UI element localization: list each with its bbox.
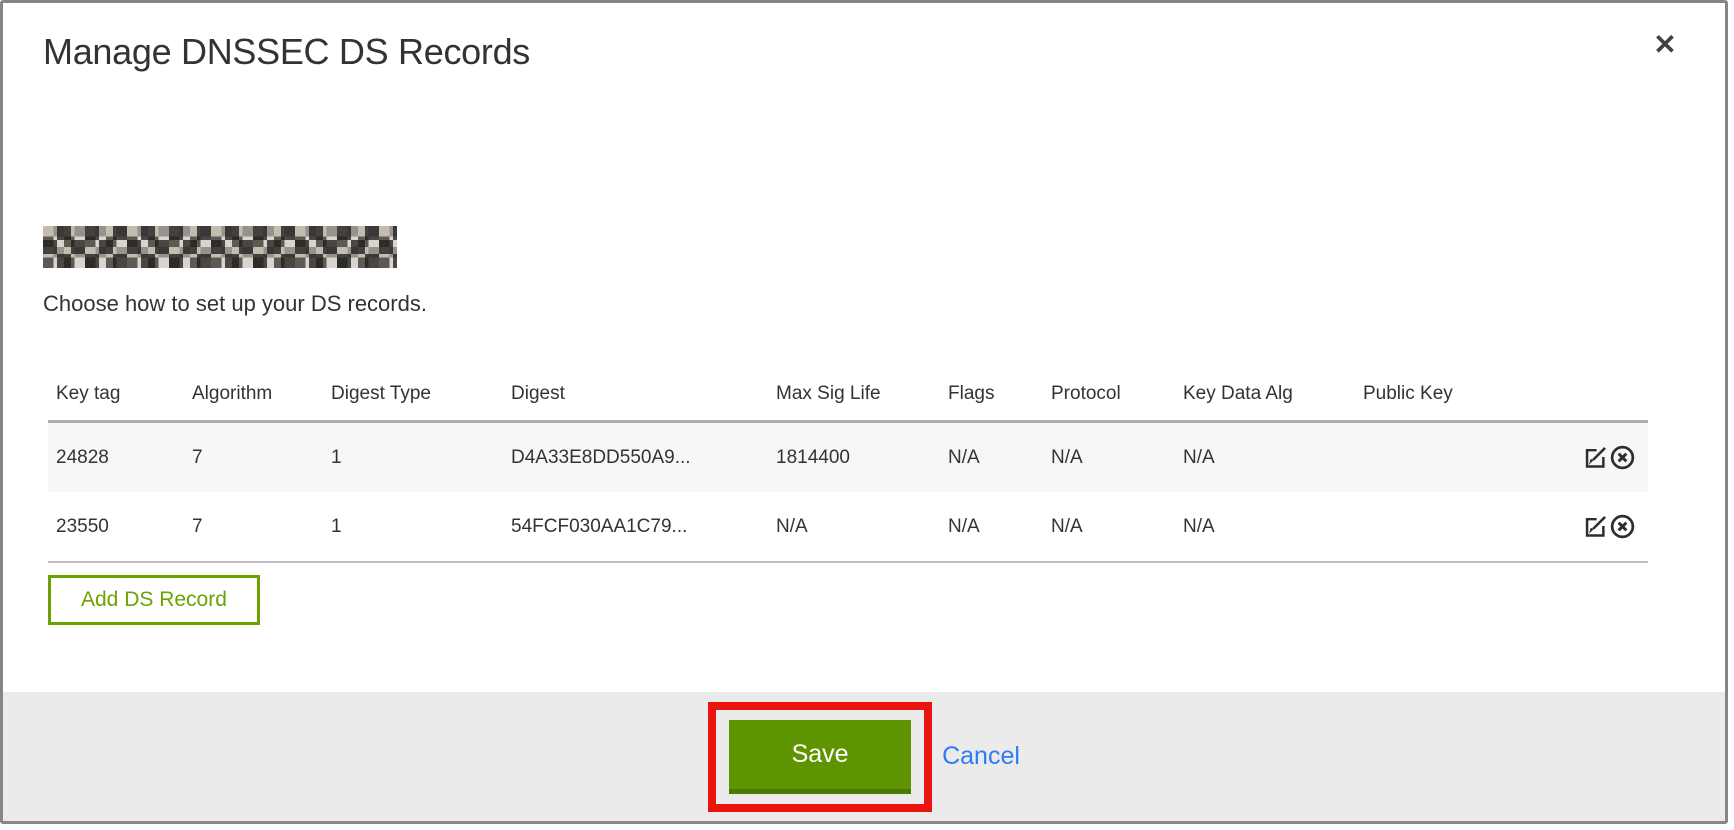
- cell-protocol: N/A: [1043, 492, 1175, 562]
- cell-key-tag: 24828: [48, 422, 184, 493]
- ds-records-table: Key tag Algorithm Digest Type Digest Max…: [48, 373, 1648, 563]
- column-header-public-key: Public Key: [1355, 373, 1505, 422]
- column-header-key-tag: Key tag: [48, 373, 184, 422]
- column-header-protocol: Protocol: [1043, 373, 1175, 422]
- column-header-digest: Digest: [503, 373, 768, 422]
- table-row: 24828 7 1 D4A33E8DD550A9... 1814400 N/A …: [48, 422, 1648, 493]
- page-title: Manage DNSSEC DS Records: [43, 31, 530, 73]
- cell-algorithm: 7: [184, 422, 323, 493]
- cell-algorithm: 7: [184, 492, 323, 562]
- column-header-max-sig-life: Max Sig Life: [768, 373, 940, 422]
- cell-public-key: [1355, 422, 1505, 493]
- save-button[interactable]: Save: [729, 720, 911, 794]
- table-row: 23550 7 1 54FCF030AA1C79... N/A N/A N/A …: [48, 492, 1648, 562]
- intro-text: Choose how to set up your DS records.: [43, 291, 427, 317]
- cell-max-sig-life: N/A: [768, 492, 940, 562]
- redacted-domain-name: [43, 226, 397, 268]
- cell-digest: D4A33E8DD550A9...: [503, 422, 768, 493]
- column-header-algorithm: Algorithm: [184, 373, 323, 422]
- modal-footer: Save Cancel: [3, 692, 1725, 821]
- column-header-key-data-alg: Key Data Alg: [1175, 373, 1355, 422]
- annotation-highlight-box: Save: [708, 702, 932, 812]
- cell-digest-type: 1: [323, 492, 503, 562]
- delete-record-icon[interactable]: [1609, 513, 1636, 540]
- cell-key-data-alg: N/A: [1175, 492, 1355, 562]
- cell-digest-type: 1: [323, 422, 503, 493]
- cell-key-tag: 23550: [48, 492, 184, 562]
- column-header-flags: Flags: [940, 373, 1043, 422]
- close-icon[interactable]: ✕: [1651, 31, 1679, 59]
- cell-digest: 54FCF030AA1C79...: [503, 492, 768, 562]
- cancel-link[interactable]: Cancel: [942, 742, 1020, 771]
- cell-key-data-alg: N/A: [1175, 422, 1355, 493]
- dnssec-modal: Manage DNSSEC DS Records ✕ Choose how to…: [0, 0, 1728, 824]
- table-header-row: Key tag Algorithm Digest Type Digest Max…: [48, 373, 1648, 422]
- cell-flags: N/A: [940, 422, 1043, 493]
- column-header-actions: [1505, 373, 1648, 422]
- cell-max-sig-life: 1814400: [768, 422, 940, 493]
- cell-public-key: [1355, 492, 1505, 562]
- delete-record-icon[interactable]: [1609, 444, 1636, 471]
- add-ds-record-button[interactable]: Add DS Record: [48, 575, 260, 625]
- cell-flags: N/A: [940, 492, 1043, 562]
- edit-record-icon[interactable]: [1582, 513, 1609, 540]
- cell-protocol: N/A: [1043, 422, 1175, 493]
- edit-record-icon[interactable]: [1582, 444, 1609, 471]
- column-header-digest-type: Digest Type: [323, 373, 503, 422]
